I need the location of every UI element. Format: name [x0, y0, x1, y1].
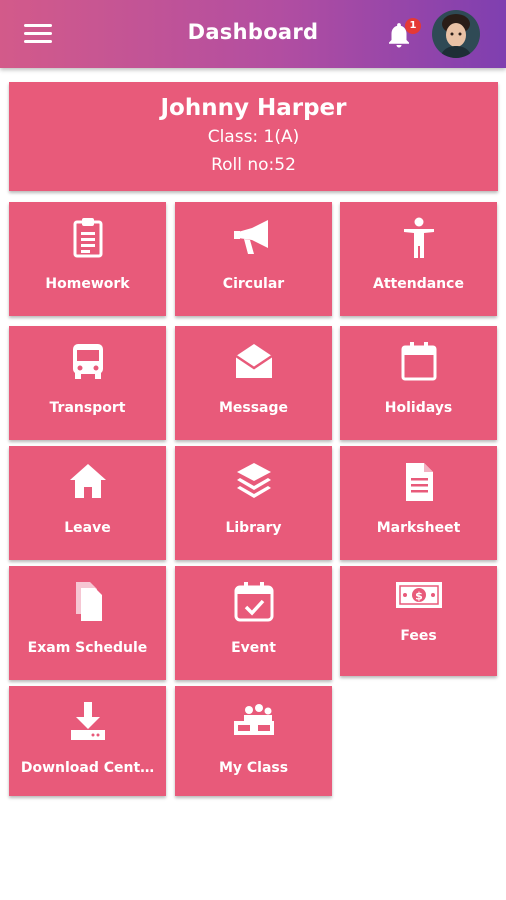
app-bar: Dashboard 1 — [0, 0, 506, 68]
tile-label: Message — [218, 400, 289, 416]
tile-label: Attendance — [373, 276, 464, 292]
notification-badge: 1 — [405, 18, 421, 34]
layers-icon — [236, 463, 271, 498]
tile-label: Library — [225, 520, 282, 536]
student-roll: Roll no:52 — [211, 155, 296, 175]
tile-label: Homework — [45, 276, 130, 292]
tile-label: Fees — [400, 628, 437, 644]
svg-text:$: $ — [415, 590, 423, 603]
megaphone-icon — [233, 220, 268, 254]
envelope-icon — [234, 344, 273, 378]
clipboard-icon — [73, 218, 102, 258]
tile-label: Transport — [49, 400, 126, 416]
bus-icon — [72, 344, 103, 379]
money-icon: $ — [395, 582, 442, 608]
calendar-check-icon — [234, 582, 273, 622]
student-profile-card: Johnny Harper Class: 1(A) Roll no:52 — [9, 82, 498, 191]
tile-transport[interactable]: Transport — [9, 326, 166, 440]
student-name: Johnny Harper — [160, 95, 347, 121]
files-icon — [75, 582, 102, 621]
avatar[interactable] — [432, 10, 480, 58]
tile-homework[interactable]: Homework — [9, 202, 166, 316]
tile-leave[interactable]: Leave — [9, 446, 166, 560]
download-icon — [70, 702, 105, 740]
tile-exam-schedule[interactable]: Exam Schedule — [9, 566, 166, 680]
tile-circular[interactable]: Circular — [175, 202, 332, 316]
student-class: Class: 1(A) — [207, 127, 300, 147]
page-title: Dashboard — [187, 20, 319, 44]
tile-label: Holidays — [384, 400, 453, 416]
tile-marksheet[interactable]: Marksheet — [340, 446, 497, 560]
tile-my-class[interactable]: My Class — [175, 686, 332, 796]
tile-fees[interactable]: $ Fees — [340, 566, 497, 676]
tile-label: Marksheet — [376, 520, 461, 536]
tile-download-center[interactable]: Download Cent… — [9, 686, 166, 796]
document-icon — [405, 463, 433, 501]
tile-message[interactable]: Message — [175, 326, 332, 440]
tile-label: Circular — [222, 276, 285, 292]
tile-label: Leave — [64, 520, 111, 536]
tile-label: Download Cent… — [20, 760, 155, 776]
person-icon — [403, 217, 434, 258]
home-icon — [69, 464, 106, 498]
classroom-icon — [233, 704, 274, 735]
tile-label: Exam Schedule — [27, 640, 148, 656]
calendar-icon — [401, 342, 436, 381]
tile-event[interactable]: Event — [175, 566, 332, 680]
tile-holidays[interactable]: Holidays — [340, 326, 497, 440]
tile-label: My Class — [218, 760, 289, 776]
tile-attendance[interactable]: Attendance — [340, 202, 497, 316]
tile-label: Event — [231, 640, 276, 656]
tile-library[interactable]: Library — [175, 446, 332, 560]
